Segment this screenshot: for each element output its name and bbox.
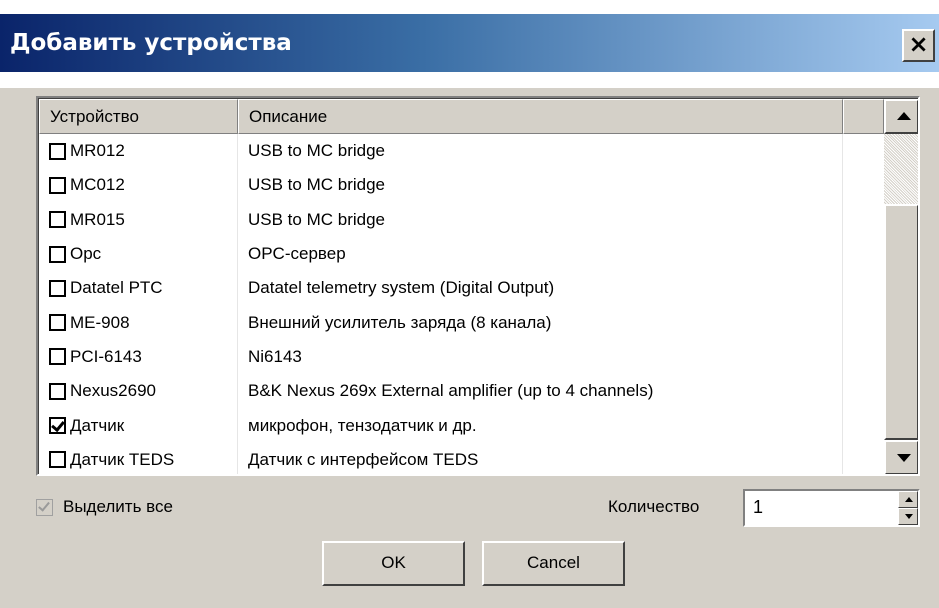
- device-name: Датчик: [70, 415, 125, 435]
- spin-up-button[interactable]: [898, 491, 918, 508]
- close-icon: ×: [908, 30, 929, 58]
- device-description: USB to MC bridge: [238, 202, 843, 237]
- window-title: Добавить устройства: [10, 30, 292, 56]
- add-devices-dialog: Добавить устройства × Устройство Описани…: [0, 0, 939, 608]
- device-description: B&K Nexus 269x External amplifier (up to…: [238, 374, 843, 409]
- device-description: Датчик с интерфейсом TEDS: [238, 442, 843, 474]
- table-row[interactable]: MR012 USB to MC bridge: [39, 134, 884, 169]
- table-row[interactable]: ME-908 Внешний усилитель заряда (8 канала…: [39, 305, 884, 340]
- device-cell[interactable]: MC012: [39, 168, 238, 203]
- column-header-description[interactable]: Описание: [238, 99, 843, 134]
- quantity-stepper[interactable]: 1: [743, 489, 920, 527]
- table-row[interactable]: MC012 USB to MC bridge: [39, 168, 884, 203]
- device-cell[interactable]: Датчик: [39, 408, 238, 443]
- device-description: USB to MC bridge: [238, 168, 843, 203]
- close-button[interactable]: ×: [902, 29, 935, 62]
- device-checkbox[interactable]: [49, 176, 66, 194]
- device-cell[interactable]: MR012: [39, 134, 238, 169]
- device-name: MR012: [70, 141, 125, 161]
- table-row[interactable]: Датчик TEDS Датчик с интерфейсом TEDS: [39, 442, 884, 474]
- quantity-value[interactable]: 1: [753, 497, 763, 518]
- device-checkbox[interactable]: [49, 211, 66, 229]
- quantity-spin[interactable]: [898, 491, 918, 525]
- device-checkbox[interactable]: [49, 142, 66, 160]
- device-checkbox[interactable]: [49, 382, 66, 400]
- device-cell[interactable]: PCI-6143: [39, 339, 238, 375]
- spin-down-button[interactable]: [898, 508, 918, 525]
- device-description: USB to MC bridge: [238, 134, 843, 169]
- quantity-label: Количество: [608, 497, 700, 516]
- device-name: MR015: [70, 209, 125, 229]
- device-checkbox[interactable]: [49, 314, 66, 332]
- table-row[interactable]: Датчик микрофон, тензодатчик и др.: [39, 408, 884, 443]
- device-description: микрофон, тензодатчик и др.: [238, 408, 843, 443]
- device-cell[interactable]: Datatel PTC: [39, 271, 238, 306]
- arrow-up-icon: [897, 112, 911, 120]
- column-header-empty: [843, 99, 884, 134]
- device-description: OPC-сервер: [238, 236, 843, 272]
- table-row[interactable]: PCI-6143 Ni6143: [39, 339, 884, 375]
- table-row[interactable]: Nexus2690 B&K Nexus 269x External amplifi…: [39, 374, 884, 409]
- device-cell[interactable]: Датчик TEDS: [39, 442, 238, 474]
- scroll-down-button[interactable]: [884, 440, 918, 474]
- device-checkbox[interactable]: [49, 417, 66, 435]
- column-header-device[interactable]: Устройство: [39, 99, 238, 134]
- device-name: PCI-6143: [70, 346, 142, 366]
- spin-down-icon: [905, 514, 913, 519]
- device-name: MC012: [70, 175, 125, 195]
- device-name: Nexus2690: [70, 381, 157, 401]
- device-description: Ni6143: [238, 339, 843, 375]
- arrow-down-icon: [897, 454, 911, 462]
- device-name: Датчик TEDS: [70, 449, 175, 469]
- device-checkbox[interactable]: [49, 348, 66, 366]
- table-row[interactable]: Datatel PTC Datatel telemetry system (Dig…: [39, 271, 884, 306]
- device-checkbox[interactable]: [49, 245, 66, 263]
- list-header: Устройство Описание: [39, 99, 884, 134]
- device-name: Opc: [70, 244, 102, 264]
- select-all-checkbox[interactable]: Выделить все: [36, 497, 173, 517]
- select-all-label: Выделить все: [63, 497, 173, 516]
- device-checkbox[interactable]: [49, 279, 66, 297]
- device-checkbox[interactable]: [49, 451, 66, 469]
- table-row[interactable]: MR015 USB to MC bridge: [39, 202, 884, 237]
- device-description: Внешний усилитель заряда (8 канала): [238, 305, 843, 340]
- device-list: Устройство Описание MR012 USB to MC bridg…: [36, 96, 920, 476]
- scroll-thumb[interactable]: [884, 204, 918, 440]
- ok-button[interactable]: OK: [322, 541, 465, 586]
- scroll-track[interactable]: [884, 134, 918, 204]
- device-cell[interactable]: ME-908: [39, 305, 238, 340]
- device-name: ME-908: [70, 312, 130, 332]
- device-rows: MR012 USB to MC bridge MC012 USB to MC brid…: [39, 134, 884, 474]
- cancel-button[interactable]: Cancel: [482, 541, 625, 586]
- table-row[interactable]: Opc OPC-сервер: [39, 236, 884, 272]
- select-all-check-icon: [36, 498, 53, 516]
- device-cell[interactable]: Opc: [39, 236, 238, 272]
- device-name: Datatel PTC: [70, 278, 163, 298]
- device-description: Datatel telemetry system (Digital Output…: [238, 271, 843, 306]
- scroll-up-button[interactable]: [884, 99, 918, 134]
- title-bar: Добавить устройства ×: [0, 0, 939, 88]
- spin-up-icon: [905, 497, 913, 502]
- device-cell[interactable]: Nexus2690: [39, 374, 238, 409]
- device-cell[interactable]: MR015: [39, 202, 238, 237]
- vertical-scrollbar[interactable]: [884, 99, 918, 474]
